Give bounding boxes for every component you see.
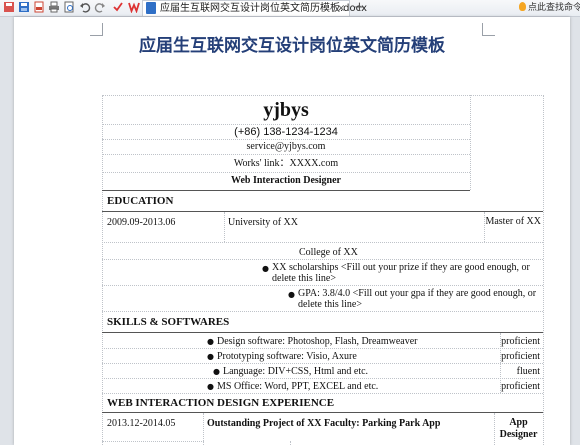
section-rule [102,332,543,333]
table-border [102,259,543,260]
education-college: College of XX [299,247,358,258]
skill-item: Design software: Photoshop, Flash, Dream… [217,336,418,347]
education-degree: Master of XX [485,216,541,227]
word-file-icon [146,2,156,14]
tab-title: 应届生互联网交互设计岗位英文简历模板.docx [160,3,368,14]
table-border [470,95,471,190]
table-border [102,154,470,155]
bulb-icon [519,2,526,11]
education-bullet: XX scholarships <Fill out your prize if … [272,262,530,284]
skill-item: Prototyping software: Visio, Axure [217,351,357,362]
applicant-email: service@yjbys.com [246,141,326,152]
print-icon[interactable] [47,1,61,15]
bullet-icon: ● [213,367,220,376]
table-border [543,95,544,445]
table-border [102,242,543,243]
bullet-icon: ● [207,382,214,391]
education-bullet: GPA: 3.8/4.0 <Fill out your gpa if they … [298,288,537,310]
table-border [102,393,543,394]
save-icon[interactable] [2,1,16,15]
skill-level: proficient [501,381,540,392]
education-period: 2009.09-2013.06 [107,217,176,228]
skill-item: MS Office: Word, PPT, EXCEL and etc. [217,381,379,392]
skill-level: proficient [501,351,540,362]
pdf-icon[interactable] [32,1,46,15]
skill-level: fluent [516,366,540,377]
section-heading-experience: WEB INTERACTION DESIGN EXPERIENCE [107,397,335,409]
bullet-icon: ● [207,352,214,361]
save-icon[interactable] [17,1,31,15]
applicant-phone: (+86) 138-1234-1234 [234,126,338,138]
table-border [102,285,543,286]
table-border [102,348,543,349]
section-rule [102,412,543,413]
skill-level: proficient [501,336,540,347]
table-border [290,441,291,445]
table-border [102,311,543,312]
experience-period: 2013.12-2014.05 [107,418,176,429]
target-position: Web Interaction Designer [231,175,341,186]
add-tab-button[interactable]: + [354,0,365,15]
print-preview-icon[interactable] [62,1,76,15]
document-tab[interactable]: 应届生互联网交互设计岗位英文简历模板.docx × [142,0,367,16]
table-border [102,95,544,96]
redo-icon[interactable] [93,1,107,15]
table-border [102,441,204,442]
table-border [102,172,470,173]
table-border [102,378,543,379]
bullet-icon: ● [207,337,214,346]
education-school: University of XX [228,217,298,228]
command-search-label: 点此查找命令 [528,3,580,13]
toolbar: 应届生互联网交互设计岗位英文简历模板.docx × + 点此查找命令 [0,0,580,17]
section-heading-education: EDUCATION [107,195,174,207]
skill-item: Language: DIV+CSS, Html and etc. [223,366,369,377]
close-icon[interactable]: × [337,2,345,15]
experience-project: Outstanding Project of XX Faculty: Parki… [207,418,441,429]
command-search[interactable]: 点此查找命令 [519,1,580,15]
section-heading-skills: SKILLS & SOFTWARES [107,316,230,328]
section-rule [102,190,470,191]
wps-logo-icon[interactable] [127,1,141,15]
section-rule [102,211,543,212]
applicant-name: yjbys [263,99,309,121]
table-border [224,212,225,242]
experience-role: App Designer [499,417,538,440]
check-icon[interactable] [111,1,125,15]
bullet-icon: ● [288,290,295,299]
works-link: Works' link：XXXX.com [233,158,339,169]
undo-icon[interactable] [78,1,92,15]
document-page[interactable]: 应届生互联网交互设计岗位英文简历模板 yjbys (+86) 138-1234-… [14,17,570,445]
bullet-icon: ● [262,264,269,273]
document-title: 应届生互联网交互设计岗位英文简历模板 [139,36,445,56]
table-border [102,363,543,364]
